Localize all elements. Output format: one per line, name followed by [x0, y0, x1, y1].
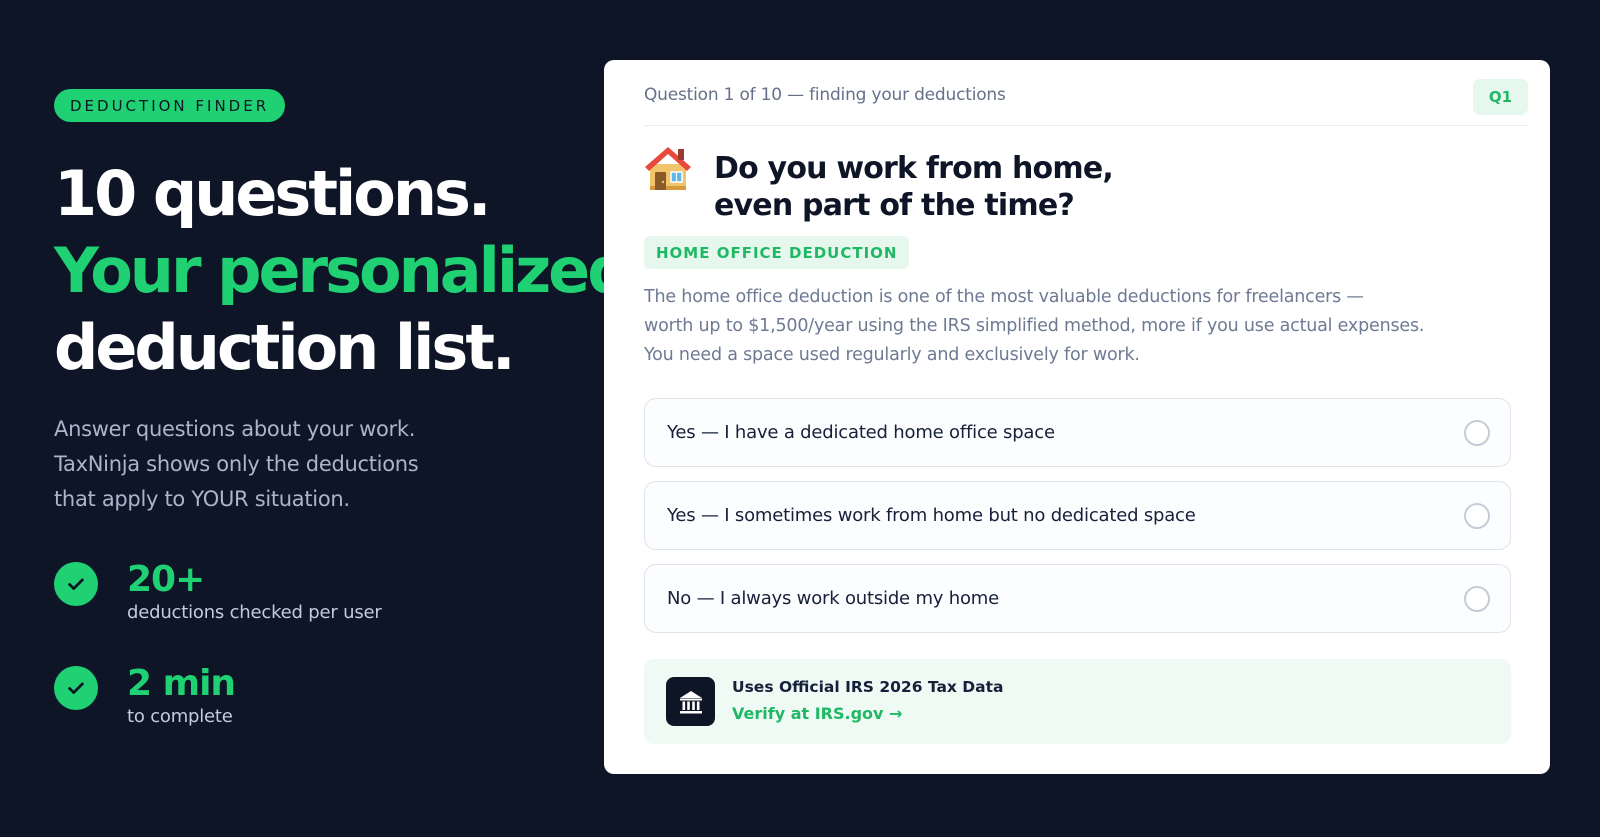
description-line-2: worth up to $1,500/year using the IRS si…	[644, 316, 1425, 336]
answer-options: Yes — I have a dedicated home office spa…	[644, 398, 1511, 647]
check-icon	[54, 666, 98, 710]
check-icon	[54, 562, 98, 606]
lede: Answer questions about your work. TaxNin…	[54, 412, 474, 517]
headline: 10 questions. Your personalized deductio…	[54, 155, 632, 386]
hero-section: DEDUCTION FINDER 10 questions. Your pers…	[54, 89, 632, 768]
stat-item: 2 min to complete	[54, 664, 594, 768]
category-tag: HOME OFFICE DEDUCTION	[644, 236, 910, 269]
quiz-header: Question 1 of 10 — finding your deductio…	[644, 60, 1528, 126]
option-label: No — I always work outside my home	[667, 588, 999, 609]
answer-option-outside-home[interactable]: No — I always work outside my home	[644, 564, 1511, 633]
question-number-badge: Q1	[1473, 78, 1528, 115]
radio-button[interactable]	[1464, 419, 1490, 446]
lede-line-3: that apply to YOUR situation.	[54, 487, 350, 511]
stat-label: to complete	[127, 706, 233, 727]
stats-list: 20+ deductions checked per user 2 min to…	[54, 560, 594, 768]
question-line-1: Do you work from home,	[714, 151, 1114, 186]
description-line-1: The home office deduction is one of the …	[644, 287, 1364, 307]
lede-line-2: TaxNinja shows only the deductions	[54, 452, 419, 476]
answer-option-no-dedicated-space[interactable]: Yes — I sometimes work from home but no …	[644, 481, 1511, 550]
eyebrow-badge: DEDUCTION FINDER	[54, 89, 286, 122]
description-line-3: You need a space used regularly and excl…	[644, 345, 1140, 365]
radio-button[interactable]	[1464, 585, 1490, 612]
trust-title: Uses Official IRS 2026 Tax Data	[732, 677, 1004, 696]
option-label: Yes — I sometimes work from home but no …	[667, 505, 1196, 526]
stat-value: 2 min	[127, 663, 236, 704]
stat-value: 20+	[127, 559, 205, 600]
house-icon	[645, 147, 691, 190]
question-title: Do you work from home, even part of the …	[714, 150, 1114, 224]
headline-line-3: deduction list.	[54, 311, 516, 384]
headline-line-2: Your personalized	[54, 234, 632, 307]
quiz-card: Question 1 of 10 — finding your deductio…	[604, 60, 1550, 774]
bank-icon	[666, 677, 715, 726]
progress-text: Question 1 of 10 — finding your deductio…	[644, 84, 1006, 105]
headline-line-1: 10 questions.	[54, 157, 491, 230]
stat-label: deductions checked per user	[127, 602, 382, 623]
option-label: Yes — I have a dedicated home office spa…	[667, 422, 1055, 443]
radio-button[interactable]	[1464, 502, 1490, 529]
question-line-2: even part of the time?	[714, 188, 1075, 223]
verify-irs-link[interactable]: Verify at IRS.gov →	[732, 699, 902, 729]
irs-trust-box: Uses Official IRS 2026 Tax Data Verify a…	[644, 659, 1511, 744]
answer-option-dedicated-space[interactable]: Yes — I have a dedicated home office spa…	[644, 398, 1511, 467]
stat-item: 20+ deductions checked per user	[54, 560, 594, 664]
question-row: Do you work from home, even part of the …	[642, 142, 1114, 224]
lede-line-1: Answer questions about your work.	[54, 417, 416, 441]
question-description: The home office deduction is one of the …	[644, 283, 1464, 370]
